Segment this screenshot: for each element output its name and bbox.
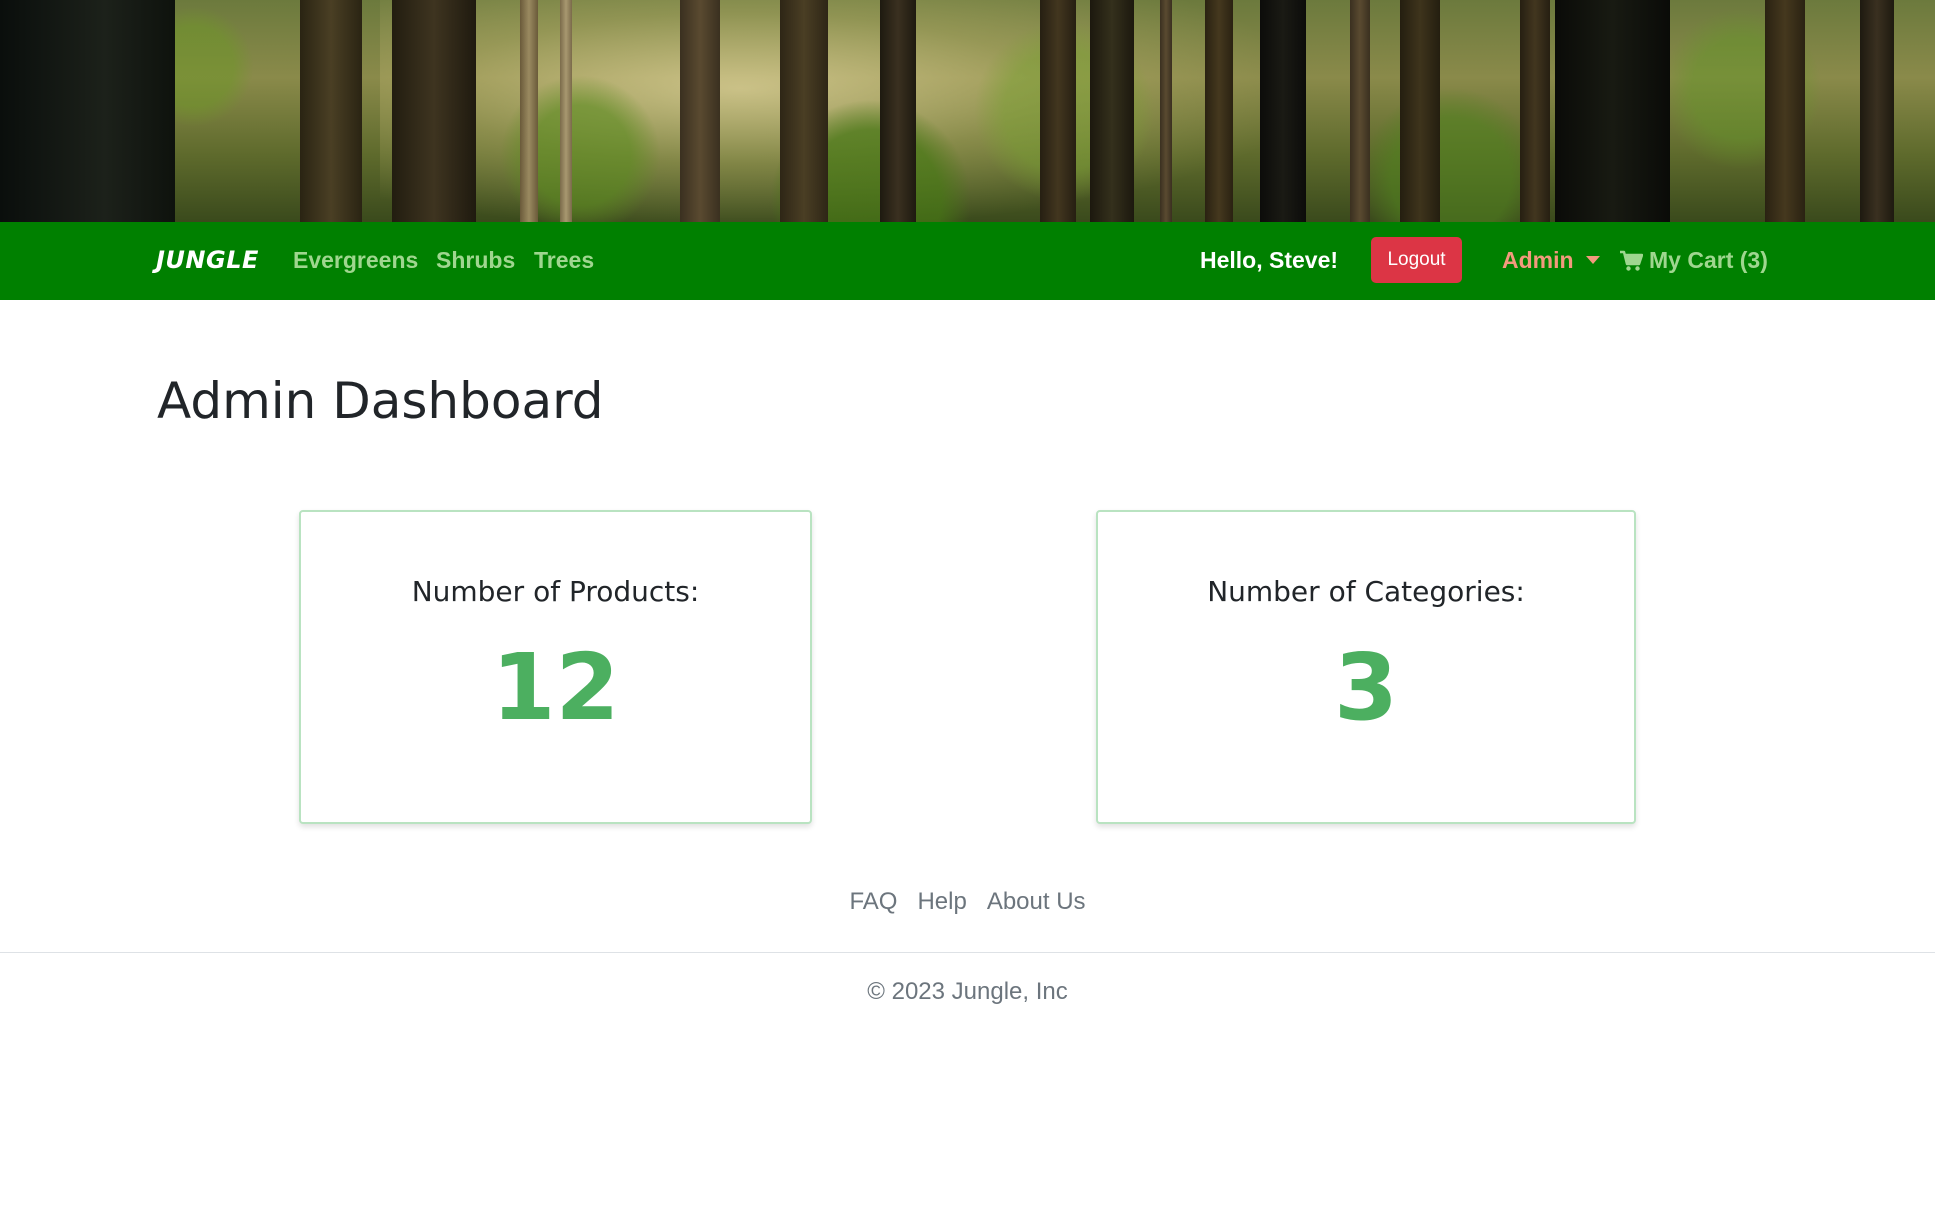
user-greeting: Hello, Steve! <box>1200 247 1339 273</box>
tree-trunk <box>300 0 362 222</box>
tree-trunk <box>780 0 828 222</box>
tree-trunk <box>520 0 538 222</box>
tree-trunk <box>1260 0 1306 222</box>
tree-trunk <box>880 0 916 222</box>
footer-link-about-us[interactable]: About Us <box>987 888 1086 916</box>
admin-dropdown-toggle[interactable]: Admin <box>1502 247 1574 274</box>
tree-trunk <box>1555 0 1670 222</box>
nav-link-trees[interactable]: Trees <box>534 247 594 274</box>
tree-trunk <box>1090 0 1134 222</box>
footer-link-help[interactable]: Help <box>917 888 966 916</box>
tree-trunk <box>1205 0 1233 222</box>
page-title: Admin Dashboard <box>157 372 604 430</box>
tree-trunk <box>1160 0 1172 222</box>
hero-banner-image <box>0 0 1935 222</box>
my-cart-label: My Cart (3) <box>1649 247 1768 273</box>
copyright-text: © 2023 Jungle, Inc <box>867 978 1068 1005</box>
my-cart-link[interactable]: My Cart (3) <box>1619 247 1768 274</box>
caret-down-icon[interactable] <box>1586 256 1600 264</box>
products-count-card: Number of Products: 12 <box>299 510 812 824</box>
categories-count-label: Number of Categories: <box>1207 575 1525 608</box>
products-count-label: Number of Products: <box>411 575 700 608</box>
footer-divider <box>0 952 1935 953</box>
tree-trunk <box>0 0 175 222</box>
products-count-value: 12 <box>491 634 620 741</box>
tree-trunk <box>1400 0 1440 222</box>
tree-trunk <box>1040 0 1076 222</box>
shopping-cart-icon <box>1619 250 1644 272</box>
tree-trunk <box>1350 0 1370 222</box>
tree-trunk <box>1765 0 1805 222</box>
categories-count-card: Number of Categories: 3 <box>1096 510 1636 824</box>
tree-trunk <box>560 0 572 222</box>
footer-link-faq[interactable]: FAQ <box>849 888 897 916</box>
top-navbar: JUNGLE Evergreens Shrubs Trees Hello, St… <box>0 222 1935 300</box>
tree-trunk <box>1860 0 1894 222</box>
categories-count-value: 3 <box>1333 634 1398 741</box>
brand-logo-link[interactable]: JUNGLE <box>156 246 259 274</box>
tree-trunk <box>680 0 720 222</box>
nav-link-shrubs[interactable]: Shrubs <box>436 247 515 274</box>
logout-button[interactable]: Logout <box>1371 237 1462 283</box>
tree-trunk <box>1520 0 1550 222</box>
tree-trunk <box>392 0 476 222</box>
footer-links: FAQ Help About Us <box>0 888 1935 916</box>
nav-link-evergreens[interactable]: Evergreens <box>293 247 418 274</box>
